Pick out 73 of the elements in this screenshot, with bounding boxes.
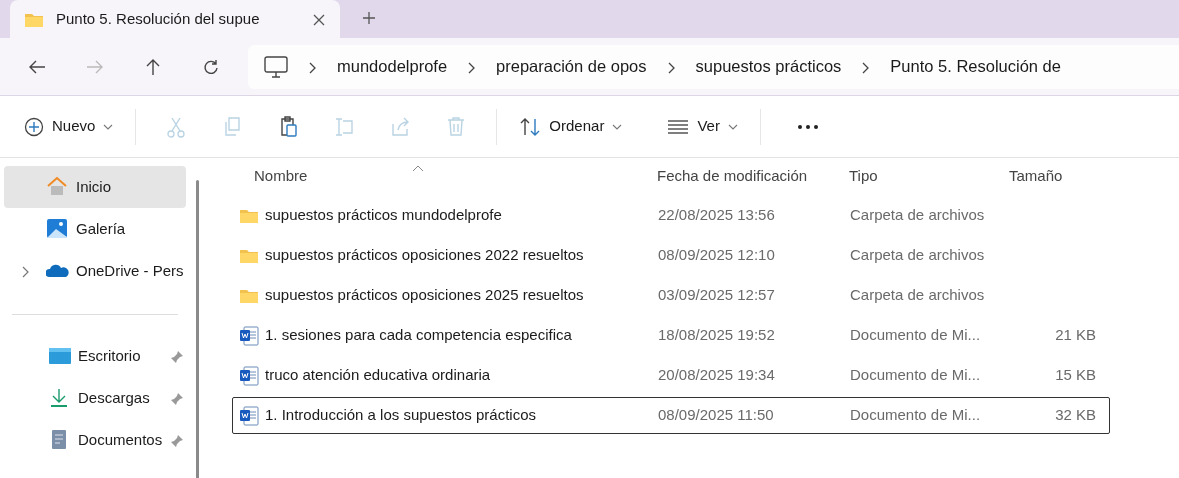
refresh-icon[interactable] bbox=[202, 57, 220, 76]
modified-date: 18/08/2025 19:52 bbox=[658, 326, 775, 344]
caret-down-icon bbox=[612, 123, 623, 130]
sidebar-item[interactable]: Galería bbox=[4, 208, 186, 250]
modified-date: 08/09/2025 11:50 bbox=[658, 406, 774, 424]
sidebar-item[interactable]: Descargas bbox=[4, 377, 186, 419]
file-size: 21 KB bbox=[1055, 326, 1096, 344]
sort-caret-icon bbox=[412, 164, 424, 172]
column-header[interactable]: Nombre bbox=[254, 166, 308, 184]
file-name: supuestos prácticos mundodelprofe bbox=[265, 205, 502, 226]
column-header[interactable]: Tamaño bbox=[1009, 166, 1063, 184]
close-icon[interactable] bbox=[312, 12, 326, 27]
sort-button[interactable]: Ordenar bbox=[509, 106, 633, 147]
view-button[interactable]: Ver bbox=[657, 106, 748, 147]
gallery-icon bbox=[46, 218, 70, 240]
up-arrow-icon[interactable] bbox=[144, 57, 162, 76]
modified-date: 08/09/2025 12:10 bbox=[658, 246, 775, 264]
word-document-icon bbox=[239, 405, 259, 426]
breadcrumb-item[interactable]: supuestos prácticos bbox=[695, 54, 842, 79]
column-header[interactable]: Fecha de modificación bbox=[657, 166, 808, 184]
caret-down-icon bbox=[727, 123, 738, 130]
file-name: truco atención educativa ordinaria bbox=[265, 365, 491, 386]
breadcrumb-item[interactable]: mundodelprofe bbox=[337, 54, 448, 79]
file-row[interactable]: truco atención educativa ordinaria 20/08/2025 19:34 Documento de Mi... 15 KB bbox=[232, 357, 1110, 394]
plus-circle-icon bbox=[24, 116, 44, 137]
tab[interactable]: Punto 5. Resolución del supue bbox=[10, 0, 340, 38]
more-icon[interactable] bbox=[796, 123, 819, 130]
column-header[interactable]: Tipo bbox=[849, 166, 878, 184]
folder-icon bbox=[239, 287, 259, 304]
computer-icon bbox=[264, 55, 288, 78]
modified-date: 22/08/2025 13:56 bbox=[658, 206, 775, 224]
folder-icon bbox=[239, 247, 259, 264]
sort-icon bbox=[519, 116, 542, 137]
sidebar-item[interactable]: OneDrive - Pers bbox=[4, 250, 186, 292]
plus-icon[interactable] bbox=[362, 10, 376, 25]
address-bar[interactable]: mundodelprofe preparación de opos supuestos prácticos Punto 5. Resolución de bbox=[248, 44, 1179, 89]
file-size: 32 KB bbox=[1055, 406, 1096, 424]
file-type: Carpeta de archivos bbox=[850, 206, 985, 224]
modified-date: 20/08/2025 19:34 bbox=[658, 366, 775, 384]
sidebar-item[interactable]: Documentos bbox=[4, 419, 186, 461]
file-type: Documento de Mi... bbox=[850, 366, 981, 384]
file-type: Documento de Mi... bbox=[850, 326, 981, 344]
file-name: supuestos prácticos oposiciones 2022 resueltos bbox=[265, 245, 584, 266]
caret-down-icon bbox=[103, 123, 114, 130]
chevron-right-icon[interactable] bbox=[22, 265, 29, 278]
sidebar-item[interactable]: Escritorio bbox=[4, 335, 186, 377]
folder-icon bbox=[239, 207, 259, 224]
file-row[interactable]: supuestos prácticos oposiciones 2025 resueltos 03/09/2025 12:57 Carpeta de archivos bbox=[232, 277, 1110, 314]
modified-date: 03/09/2025 12:57 bbox=[658, 286, 775, 304]
file-type: Carpeta de archivos bbox=[850, 286, 985, 304]
chevron-right-icon bbox=[666, 61, 676, 74]
breadcrumb-item[interactable]: Punto 5. Resolución de bbox=[890, 54, 1061, 79]
desktop-icon bbox=[48, 345, 72, 367]
file-type: Documento de Mi... bbox=[850, 406, 981, 424]
file-row[interactable]: supuestos prácticos oposiciones 2022 resueltos 08/09/2025 12:10 Carpeta de archivos bbox=[232, 237, 1110, 274]
chevron-right-icon bbox=[861, 61, 871, 74]
new-button[interactable]: Nuevo bbox=[14, 106, 124, 147]
list-view-icon bbox=[667, 118, 690, 135]
clipboard-icon[interactable] bbox=[278, 115, 299, 138]
chevron-right-icon bbox=[467, 61, 477, 74]
file-name: 1. Introducción a los supuestos prácticos bbox=[265, 405, 536, 426]
file-row[interactable]: 1. sesiones para cada competencia especifica 18/08/2025 19:52 Documento de Mi... 21 KB bbox=[232, 317, 1110, 354]
word-document-icon bbox=[239, 365, 259, 386]
file-row[interactable]: supuestos prácticos mundodelprofe 22/08/2025 13:56 Carpeta de archivos bbox=[232, 197, 1110, 234]
file-size: 15 KB bbox=[1055, 366, 1096, 384]
word-document-icon bbox=[239, 325, 259, 346]
breadcrumb-item[interactable]: preparación de opos bbox=[496, 54, 647, 79]
file-name: 1. sesiones para cada competencia especifica bbox=[265, 325, 572, 346]
sidebar-item[interactable]: Inicio bbox=[4, 166, 186, 208]
file-name: supuestos prácticos oposiciones 2025 resueltos bbox=[265, 285, 584, 306]
chevron-right-icon bbox=[308, 61, 317, 74]
file-type: Carpeta de archivos bbox=[850, 246, 985, 264]
file-row[interactable]: 1. Introducción a los supuestos prácticos 08/09/2025 11:50 Documento de Mi... 32 KB bbox=[232, 397, 1110, 434]
